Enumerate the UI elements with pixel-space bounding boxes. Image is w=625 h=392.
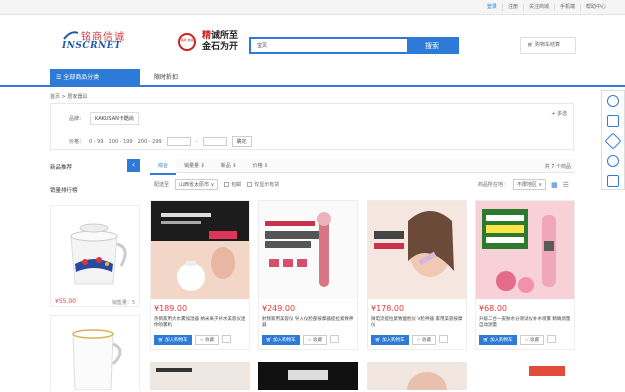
add-to-cart-button[interactable]: 🛒︎ 加入购物车	[371, 335, 409, 345]
slogan-line2: 金石为开	[202, 42, 239, 52]
slogan-char: 精	[202, 31, 212, 41]
filter-panel: 品牌： KAKUSAN卡酷尚 + 多选 价格： 0 - 99 100 - 199…	[50, 103, 574, 150]
product-title[interactable]: 升级二合一皮肤水分测试仪补水喷雾 精确测量 自动测量	[479, 317, 571, 329]
add-to-cart-button[interactable]: 🛒︎ 加入购物车	[262, 335, 300, 345]
top-bar: 登录 注册 关注商城 手机端 帮助中心	[0, 0, 625, 15]
sort-tab-price[interactable]: 价格 ⇕	[245, 159, 277, 175]
add-to-cart-button[interactable]: 🛒︎ 加入购物车	[154, 335, 192, 345]
cart-label: 购物车结算	[534, 42, 560, 48]
product-image-partial	[258, 362, 358, 390]
register-link[interactable]: 注册	[501, 4, 523, 11]
price-dash: -	[195, 138, 198, 145]
price-range-0[interactable]: 0 - 99	[89, 139, 104, 145]
price-max-input[interactable]	[202, 137, 227, 146]
location-select[interactable]: 不限地区 ∨	[512, 179, 547, 190]
region-select[interactable]: 山西省太原市 ∨	[175, 179, 219, 190]
scan-icon[interactable]	[607, 175, 619, 187]
product-image-partial	[150, 362, 250, 390]
collapse-icon[interactable]: ‹	[127, 159, 140, 172]
multi-select-button[interactable]: + 多选	[551, 110, 567, 117]
sidebar-sales: 销售量：5	[111, 300, 135, 306]
brand-option[interactable]: KAKUSAN卡酷尚	[90, 112, 139, 125]
free-shipping-checkbox[interactable]: 包邮	[224, 181, 241, 188]
cup-image	[51, 316, 139, 391]
favorite-button[interactable]: ☆ 收藏	[411, 335, 437, 345]
in-stock-checkbox[interactable]: 仅显示有货	[247, 181, 279, 188]
tab-new-recommend[interactable]: 新品推荐	[50, 163, 72, 171]
sidebar-price: ¥55.00	[55, 298, 76, 305]
slogan: 精诚所至 金石为开	[202, 31, 238, 53]
tab-sales-rank[interactable]: 销量排行榜	[50, 186, 78, 194]
search-input[interactable]	[251, 39, 407, 52]
compare-icon[interactable]	[547, 335, 557, 343]
list-view-icon[interactable]: ☰	[563, 181, 569, 189]
cart-side-icon[interactable]	[607, 115, 619, 127]
top-links: 登录 注册 关注商城 手机端 帮助中心	[482, 4, 611, 11]
product-card[interactable]: ¥68.00 升级二合一皮肤水分测试仪补水喷雾 精确测量 自动测量 🛒︎ 加入购…	[475, 200, 575, 350]
price-range-2[interactable]: 200 - 299	[138, 139, 162, 145]
product-image	[368, 201, 466, 299]
sidebar-product-card[interactable]: ¥55.00 销售量：5	[50, 205, 140, 307]
cart-icon: 🛒︎	[527, 42, 535, 48]
price-range-1[interactable]: 100 - 199	[109, 139, 133, 145]
location-label: 商品所在地：	[477, 182, 508, 188]
product-card[interactable]: ¥189.00 热销家用大水雾加湿器 纳米离子补水美容仪迷你喷雾机 🛒︎ 加入购…	[150, 200, 250, 350]
sort-tab-sales[interactable]: 销量量 ⇕	[176, 159, 213, 175]
user-icon[interactable]	[607, 95, 619, 107]
product-card[interactable]: ¥249.00 射频家用美容仪 导入仪脸部按摩器提拉紧致神器 🛒︎ 加入购物车 …	[258, 200, 358, 350]
compare-icon[interactable]	[222, 335, 232, 343]
price-min-input[interactable]	[166, 137, 191, 146]
help-link[interactable]: 帮助中心	[579, 4, 611, 11]
favorite-button[interactable]: ☆ 收藏	[194, 335, 220, 345]
product-image	[476, 201, 574, 299]
product-price: ¥178.00	[371, 304, 405, 313]
mug-image	[51, 206, 139, 296]
brand-label: 品牌：	[69, 116, 85, 122]
search-bar: 搜索	[249, 37, 459, 54]
delivery-filter-bar: 配送至 山西省太原市 ∨ 包邮 仅显示有货 商品所在地： 不限地区 ∨ ▦ ☰	[150, 176, 575, 190]
add-to-cart-button[interactable]: 🛒︎ 加入购物车	[479, 335, 517, 345]
compare-icon[interactable]	[439, 335, 449, 343]
product-price: ¥249.00	[262, 304, 296, 313]
product-image	[259, 201, 357, 299]
sort-bar: 综合 销量量 ⇕ 新品 ⇕ 价格 ⇕ 共 7 个商品	[150, 159, 575, 175]
search-button[interactable]: 搜索	[407, 39, 457, 52]
all-categories-button[interactable]: ☰ 全部商品分类	[50, 69, 140, 87]
product-title[interactable]: 微电流提拉紧致瘦脸仪 V脸神器 家用美容按摩仪	[371, 317, 463, 329]
logo-en-text: INSCRNET	[62, 41, 122, 51]
sidebar-product-card[interactable]	[50, 315, 140, 391]
ship-label: 配送至	[154, 182, 170, 188]
favorite-button[interactable]: ☆ 收藏	[519, 335, 545, 345]
compare-icon[interactable]	[330, 335, 340, 343]
service-icon[interactable]	[607, 155, 619, 167]
seal-stamp: 铭商 信诚	[178, 33, 196, 51]
product-card[interactable]: ¥178.00 微电流提拉紧致瘦脸仪 V脸神器 家用美容按摩仪 🛒︎ 加入购物车…	[367, 200, 467, 350]
product-title[interactable]: 射频家用美容仪 导入仪脸部按摩器提拉紧致神器	[262, 317, 354, 329]
slogan-line1: 诚所至	[211, 31, 239, 41]
right-toolbar	[601, 90, 625, 190]
follow-link[interactable]: 关注商城	[522, 4, 554, 11]
mobile-link[interactable]: 手机端	[553, 4, 580, 11]
price-ok-button[interactable]: 确定	[231, 136, 252, 147]
cart-button[interactable]: 🛒︎ 购物车结算	[520, 37, 576, 54]
login-link[interactable]: 登录	[482, 4, 502, 11]
product-image-partial	[475, 362, 575, 390]
site-logo[interactable]: 铭商信诚 INSCRNET	[59, 28, 129, 58]
product-price: ¥68.00	[479, 304, 507, 313]
product-price: ¥189.00	[154, 304, 188, 313]
product-image	[151, 201, 249, 299]
total-count: 共 7 个商品	[544, 164, 571, 170]
sort-tab-default[interactable]: 综合	[150, 159, 177, 175]
sort-tab-new[interactable]: 新品 ⇕	[213, 159, 245, 175]
product-title[interactable]: 热销家用大水雾加湿器 纳米离子补水美容仪迷你喷雾机	[154, 317, 246, 329]
favorite-side-icon[interactable]	[604, 132, 622, 150]
breadcrumb: 首页 > 居家器具	[50, 94, 88, 100]
logo-swoosh-icon	[63, 31, 79, 40]
nav-flash-sale[interactable]: 限时折扣	[154, 69, 178, 87]
favorite-button[interactable]: ☆ 收藏	[302, 335, 328, 345]
product-image-partial	[367, 362, 467, 390]
all-categories-label: 全部商品分类	[63, 74, 100, 81]
price-label: 价格：	[69, 139, 85, 145]
grid-view-icon[interactable]: ▦	[551, 181, 558, 189]
